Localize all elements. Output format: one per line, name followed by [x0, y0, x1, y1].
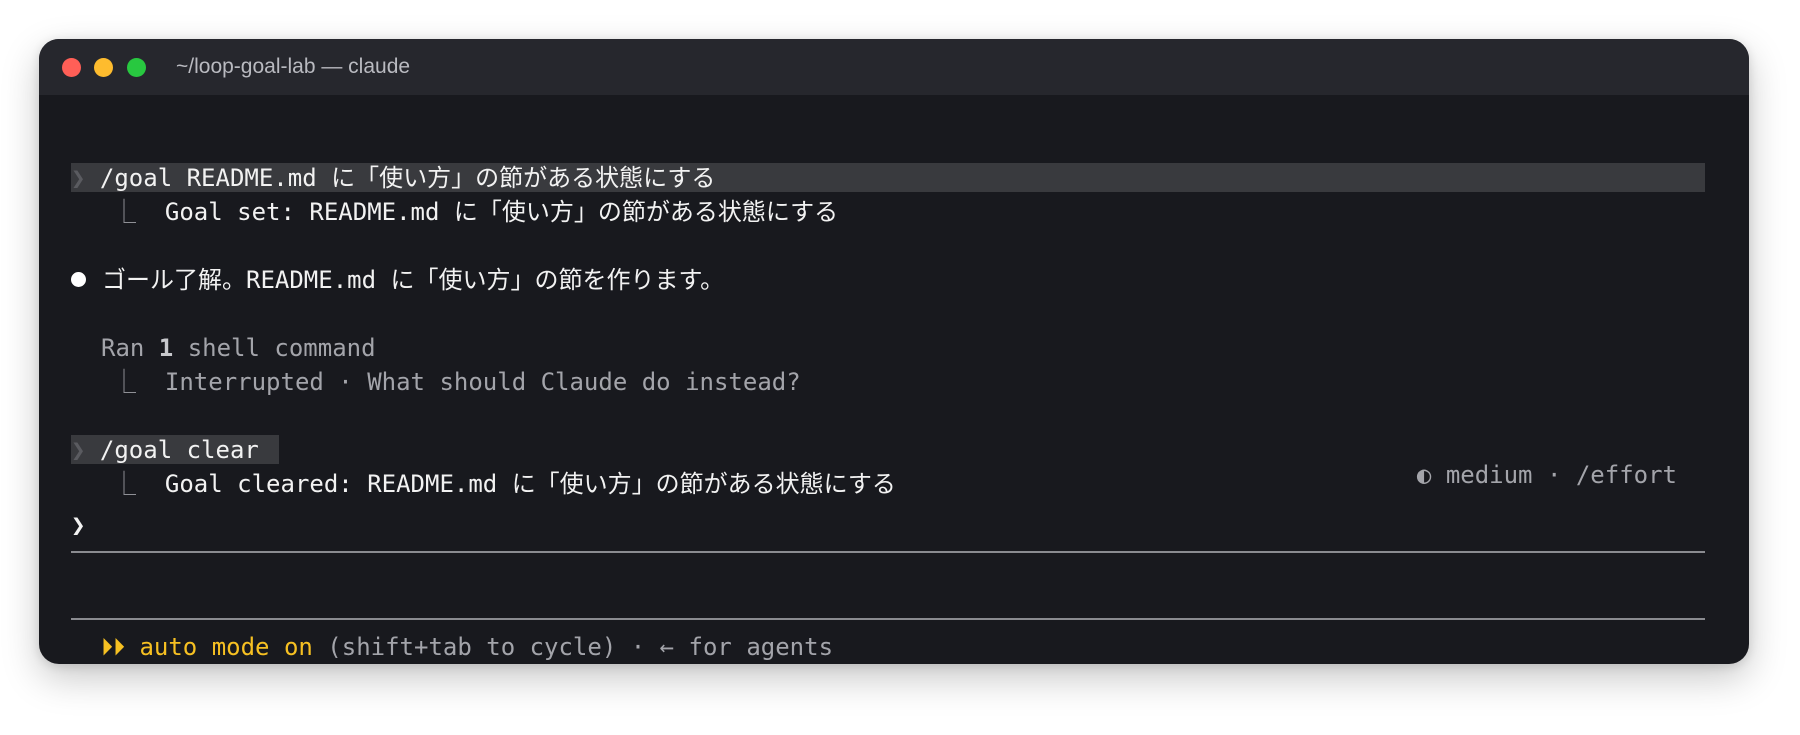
- terminal-window: ~/loop-goal-lab — claude ❯ /goal README.…: [39, 39, 1749, 664]
- command-text: /goal clear: [99, 436, 259, 464]
- tool-prefix: Ran: [101, 334, 159, 362]
- branch-icon: ⎿: [112, 368, 136, 396]
- branch-icon: ⎿: [112, 198, 136, 226]
- prompt-chevron-icon: ❯: [71, 511, 86, 539]
- fast-forward-icon: ⏵⏵: [101, 633, 125, 661]
- user-command-goal: ❯ /goal README.md に「使い方」の節がある状態にする: [71, 161, 715, 195]
- window-title: ~/loop-goal-lab — claude: [176, 55, 411, 78]
- prompt-chevron-icon: ❯: [71, 164, 86, 192]
- tool-run-summary[interactable]: Ran 1 shell command: [101, 331, 376, 365]
- effort-text: medium · /effort: [1445, 461, 1677, 489]
- terminal-body: ❯ /goal README.md に「使い方」の節がある状態にする ⎿ Goa…: [39, 95, 1749, 664]
- tool-suffix: shell command: [173, 334, 376, 362]
- mode-hint: (shift+tab to cycle) · ← for agents: [327, 633, 834, 661]
- prompt-chevron-icon: ❯: [71, 436, 86, 464]
- bullet-icon: [71, 271, 86, 287]
- command-text: /goal README.md に「使い方」の節がある状態にする: [99, 164, 716, 192]
- mode-status-bar[interactable]: ⏵⏵ auto mode on (shift+tab to cycle) · ←…: [101, 630, 833, 664]
- branch-icon: ⎿: [112, 470, 136, 498]
- assistant-text: ゴール了解。README.md に「使い方」の節を作ります。: [102, 266, 725, 294]
- assistant-message: ゴール了解。README.md に「使い方」の節を作ります。: [71, 263, 724, 297]
- title-bar: ~/loop-goal-lab — claude: [39, 39, 1749, 95]
- user-command-goal-clear: ❯ /goal clear: [71, 433, 259, 467]
- result-text: Goal cleared: README.md に「使い方」の節がある状態にする: [164, 470, 896, 498]
- goal-cleared-result: ⎿ Goal cleared: README.md に「使い方」の節がある状態に…: [112, 467, 896, 501]
- minimize-icon[interactable]: [94, 58, 113, 77]
- result-text: Goal set: README.md に「使い方」の節がある状態にする: [164, 198, 839, 226]
- close-icon[interactable]: [62, 58, 81, 77]
- auto-mode-label: auto mode on: [139, 633, 313, 661]
- effort-half-circle-icon: ◐: [1416, 461, 1432, 489]
- tool-count: 1: [158, 334, 174, 362]
- maximize-icon[interactable]: [127, 58, 146, 77]
- tool-interrupted-note: ⎿ Interrupted · What should Claude do in…: [112, 365, 801, 399]
- prompt-input[interactable]: ❯: [71, 508, 85, 542]
- effort-indicator[interactable]: ◐ medium · /effort: [1417, 458, 1677, 492]
- input-bottom-divider: [71, 618, 1705, 620]
- goal-set-result: ⎿ Goal set: README.md に「使い方」の節がある状態にする: [112, 195, 838, 229]
- input-top-divider: [71, 551, 1705, 553]
- interrupted-text: Interrupted · What should Claude do inst…: [164, 368, 801, 396]
